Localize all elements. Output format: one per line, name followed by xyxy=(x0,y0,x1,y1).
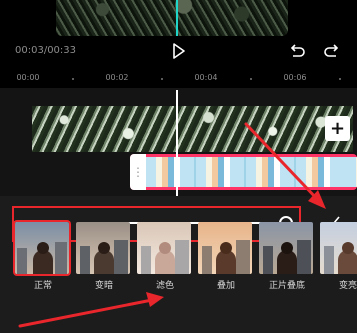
overlay-clip[interactable]: ⋮ xyxy=(130,154,357,190)
redo-button[interactable] xyxy=(322,41,342,61)
blend-mode-thumbnail xyxy=(320,222,357,274)
blend-mode-thumbnail xyxy=(15,222,69,274)
ruler-label: 00:04 xyxy=(194,73,218,82)
blend-mode-label: 叠加 xyxy=(216,281,235,291)
ruler-dot xyxy=(72,78,74,80)
main-video-clip[interactable] xyxy=(32,106,353,152)
ruler-label: 00:02 xyxy=(105,73,129,82)
ruler-dot xyxy=(339,78,341,80)
video-preview[interactable] xyxy=(0,0,357,36)
undo-button[interactable] xyxy=(287,41,307,61)
preview-frame xyxy=(56,0,288,36)
redo-icon xyxy=(324,44,339,57)
add-clip-button[interactable]: + xyxy=(325,116,350,141)
blend-mode-label: 变亮 xyxy=(338,281,357,291)
time-ruler[interactable]: 00:00 00:02 00:04 00:06 xyxy=(0,68,357,88)
timeline[interactable]: + ⋮ xyxy=(0,88,357,196)
drag-handle-icon: ⋮ xyxy=(132,165,144,179)
blend-mode-label: 变暗 xyxy=(94,281,113,291)
blend-mode-thumbnail xyxy=(198,222,252,274)
blend-mode-thumbnail xyxy=(259,222,313,274)
ruler-label: 00:00 xyxy=(16,73,40,82)
blend-mode-label: 正片叠底 xyxy=(268,281,305,291)
preview-overlay-marker xyxy=(176,0,178,36)
ruler-dot xyxy=(250,78,252,80)
blend-mode-thumbnail xyxy=(137,222,191,274)
ruler-dot xyxy=(161,78,163,80)
blend-mode-thumbnail xyxy=(76,222,130,274)
blend-mode-label: 正常 xyxy=(33,281,52,291)
blend-mode-label: 滤色 xyxy=(155,281,174,291)
clip-trim-handle[interactable]: ⋮ xyxy=(130,154,146,190)
playhead[interactable] xyxy=(176,90,178,196)
plus-icon: + xyxy=(329,117,346,139)
play-icon xyxy=(173,43,185,59)
ruler-label: 00:06 xyxy=(283,73,307,82)
play-button[interactable] xyxy=(168,41,188,61)
undo-icon xyxy=(290,44,305,57)
time-readout: 00:03/00:33 xyxy=(15,45,77,56)
